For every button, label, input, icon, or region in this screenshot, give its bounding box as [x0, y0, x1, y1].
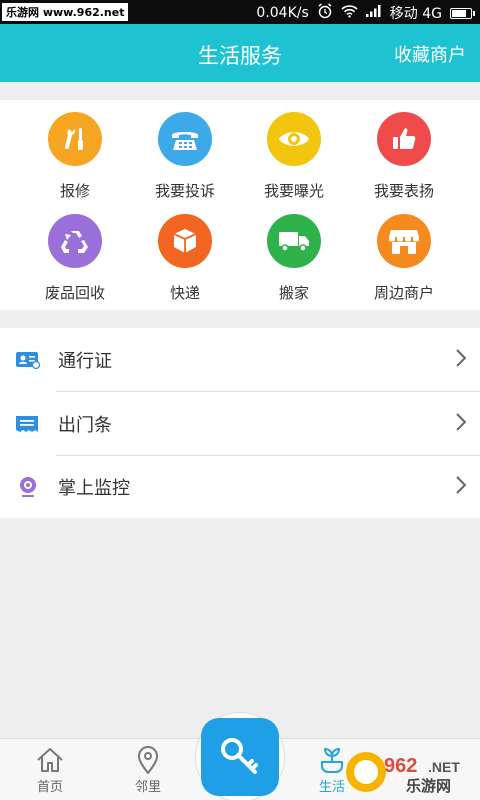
ticket-icon	[16, 413, 40, 435]
service-label: 快递	[169, 284, 200, 302]
service-label: 我要表扬	[373, 182, 434, 200]
wrench-screwdriver-icon	[48, 112, 102, 166]
recycle-icon	[48, 214, 102, 268]
service-label: 废品回收	[44, 284, 105, 302]
chevron-right-icon	[456, 476, 466, 494]
service-complaint[interactable]: 我要投诉	[125, 112, 245, 201]
network-speed: 0.04K/s	[256, 5, 309, 21]
service-praise[interactable]: 我要表扬	[344, 112, 464, 201]
access-list: 通行证 出门条 掌上监控	[0, 328, 480, 518]
list-item-pass[interactable]: 通行证	[0, 328, 480, 391]
list-item-label: 通行证	[58, 350, 112, 372]
service-label: 我要曝光	[263, 182, 324, 200]
tab-label: 首页	[36, 780, 63, 795]
watermark-badge: 乐游网 www.962.net	[2, 3, 129, 21]
service-expose[interactable]: 我要曝光	[234, 112, 354, 201]
tab-label: 邻里	[134, 780, 161, 795]
service-label: 搬家	[278, 284, 309, 302]
key-icon	[201, 718, 279, 796]
signal-icon	[365, 5, 382, 21]
service-recycling[interactable]: 废品回收	[15, 214, 135, 303]
app-header: 生活服务 收藏商户	[0, 24, 480, 82]
favorite-merchants-button[interactable]: 收藏商户	[394, 41, 466, 67]
tab-neighbors[interactable]: 邻里	[100, 739, 196, 800]
svg-text:乐游网: 乐游网	[406, 777, 451, 795]
status-bar: 乐游网 www.962.net 0.04K/s 移动 4G	[0, 0, 480, 24]
service-express[interactable]: 快递	[125, 214, 245, 303]
camera-icon	[16, 476, 40, 498]
service-label: 报修	[59, 182, 90, 200]
tab-home[interactable]: 首页	[2, 739, 98, 800]
wifi-icon	[341, 4, 358, 22]
svg-text:.NET: .NET	[428, 759, 460, 775]
chevron-right-icon	[456, 413, 466, 431]
list-item-label: 掌上监控	[58, 477, 130, 499]
service-label: 周边商户	[373, 284, 434, 302]
watermark-logo: 962 .NET 乐游网	[346, 752, 460, 795]
key-unlock-button[interactable]	[195, 712, 285, 800]
package-icon	[158, 214, 212, 268]
chevron-right-icon	[456, 349, 466, 367]
list-item-label: 出门条	[58, 414, 112, 436]
telephone-icon	[158, 112, 212, 166]
thumbs-up-icon	[377, 112, 431, 166]
truck-icon	[267, 214, 321, 268]
service-label: 我要投诉	[154, 182, 215, 200]
location-pin-icon	[100, 745, 196, 775]
status-icons: 0.04K/s 移动 4G	[256, 3, 475, 23]
home-icon	[2, 745, 98, 775]
eye-icon	[267, 112, 321, 166]
service-moving[interactable]: 搬家	[234, 214, 354, 303]
services-grid: 报修 我要投诉 我要曝光 我要表扬 废品回收 快递 搬家 周边商户	[0, 100, 480, 310]
id-card-icon	[16, 349, 40, 371]
carrier-label: 移动 4G	[389, 6, 442, 22]
battery-icon	[450, 7, 475, 19]
storefront-icon	[377, 214, 431, 268]
list-item-monitoring[interactable]: 掌上监控	[0, 455, 480, 518]
service-nearby-merchants[interactable]: 周边商户	[344, 214, 464, 303]
alarm-icon	[317, 3, 333, 23]
list-item-exit-slip[interactable]: 出门条	[0, 392, 480, 455]
service-repair[interactable]: 报修	[15, 112, 135, 201]
svg-text:962: 962	[384, 755, 417, 777]
